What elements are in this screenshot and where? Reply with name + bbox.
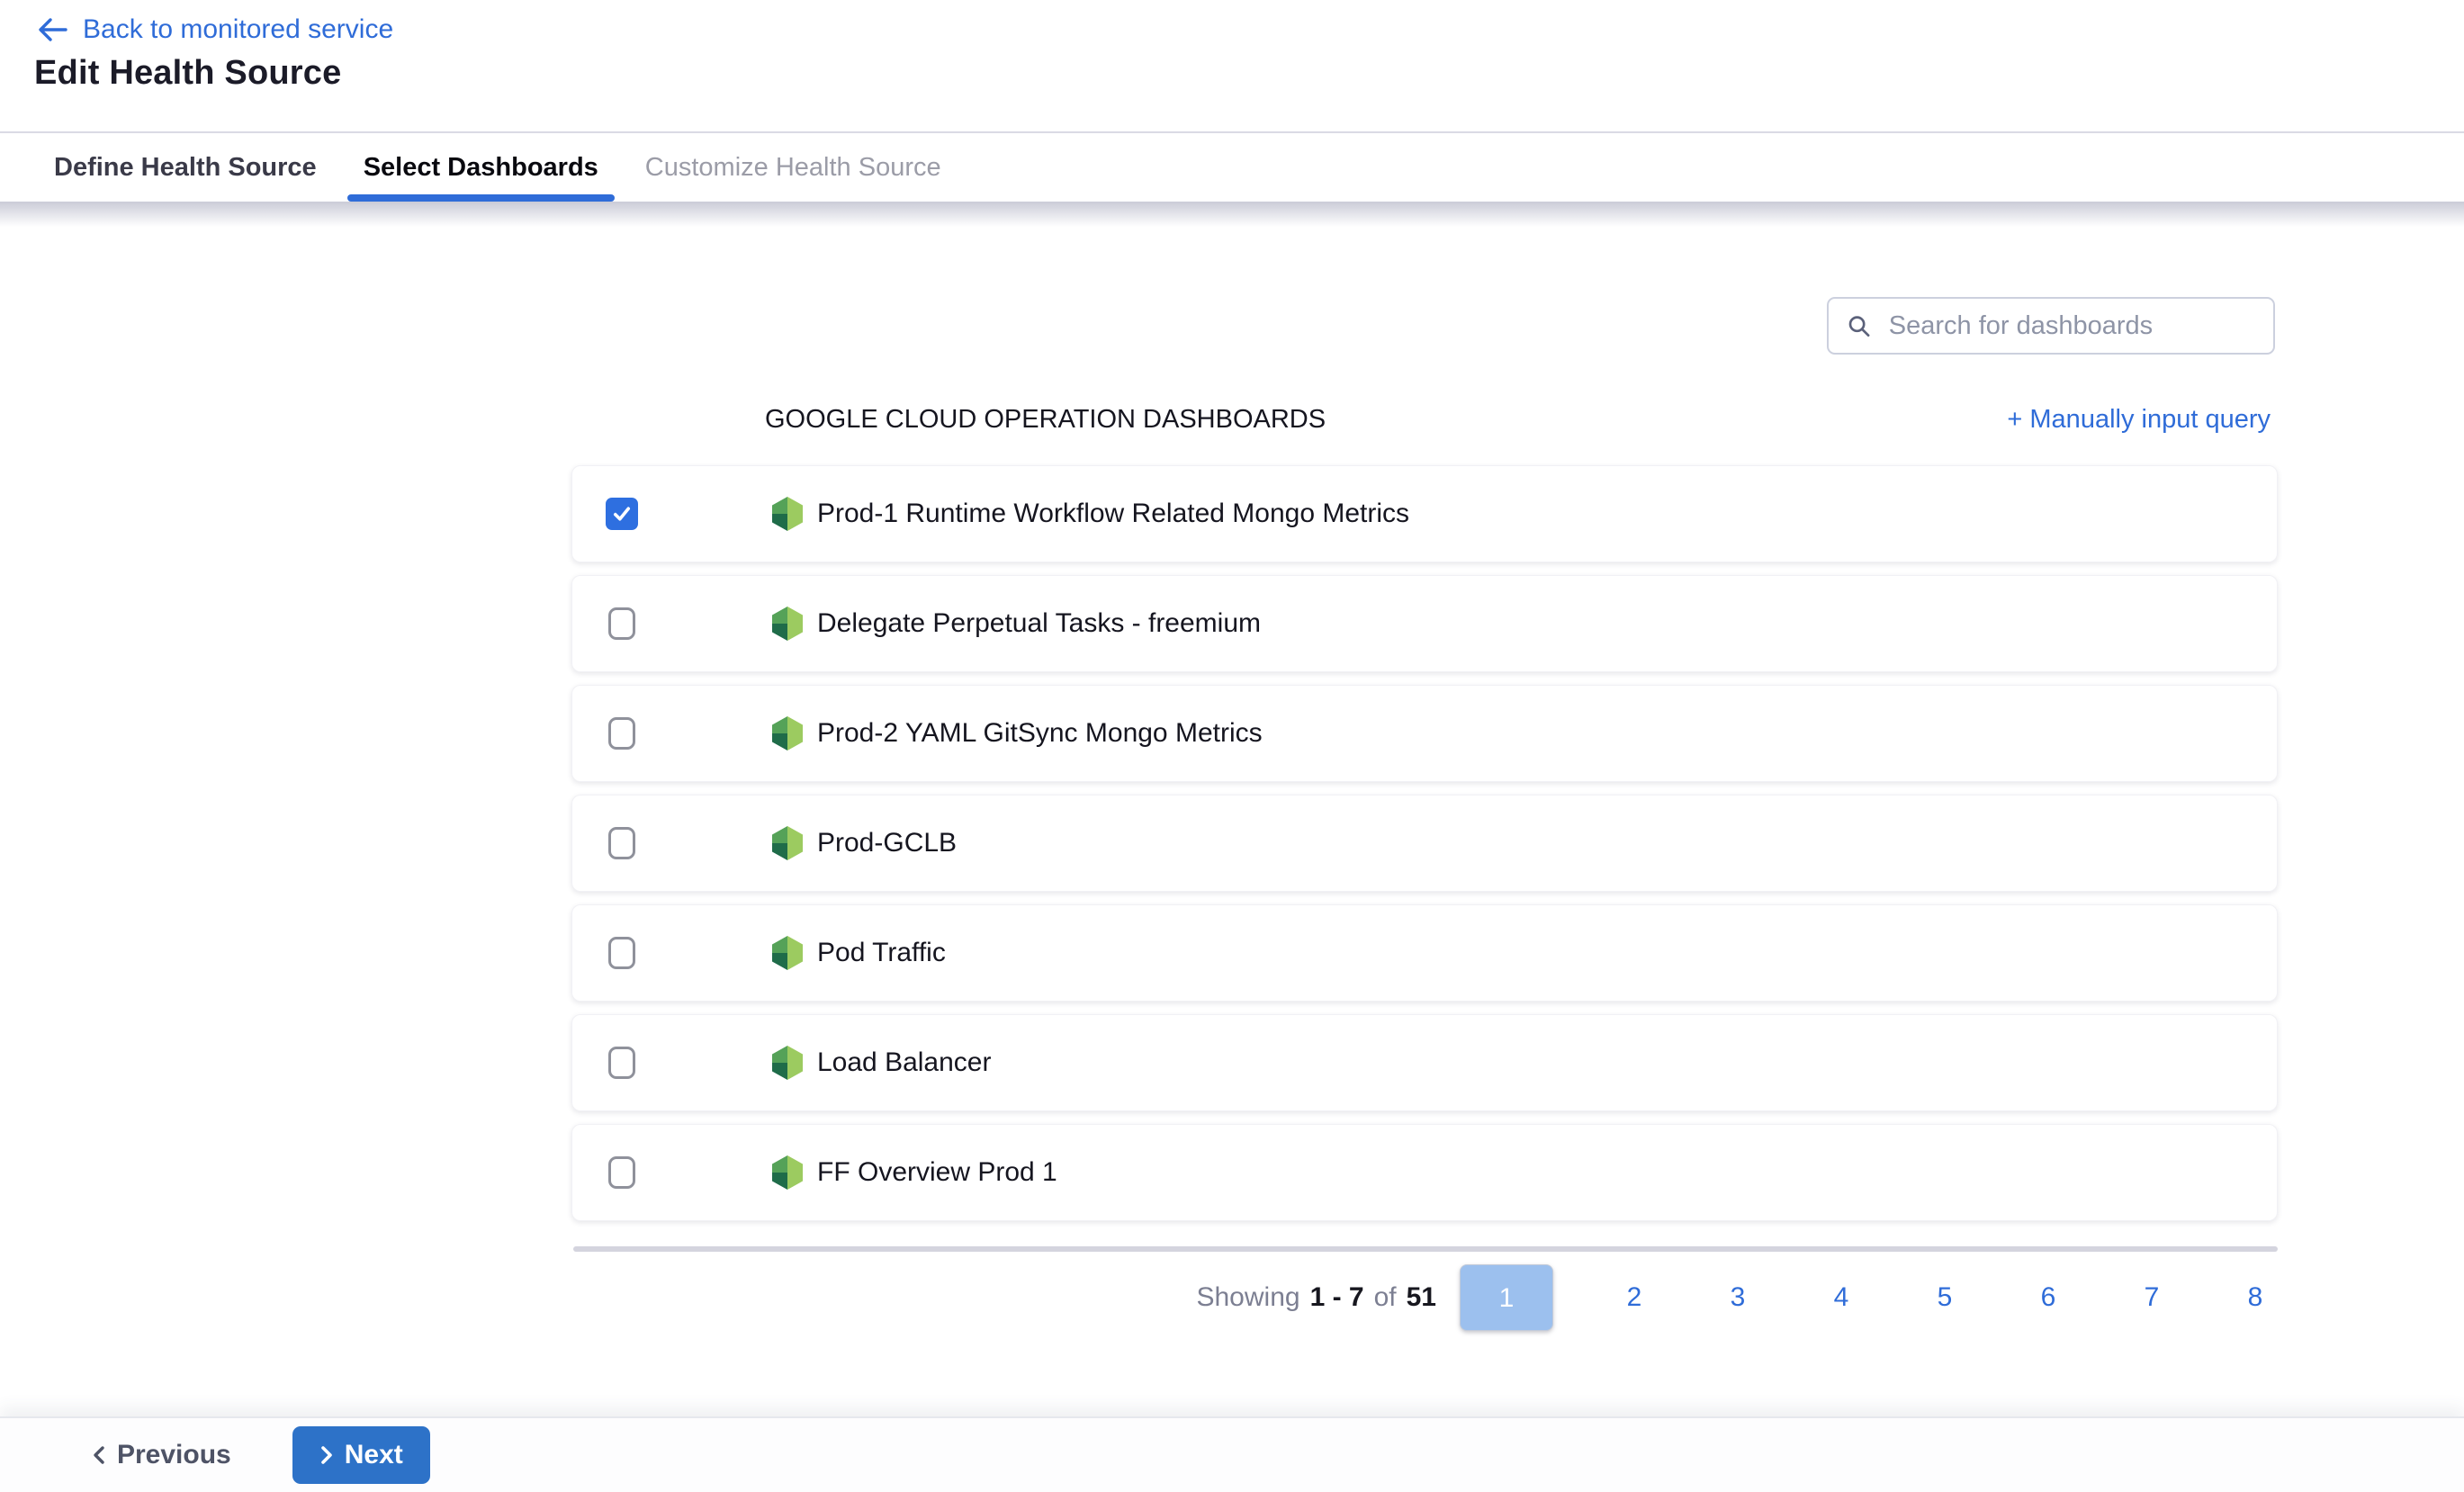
dashboard-label: Prod-GCLB [817,828,957,858]
list-item[interactable]: Pod Traffic [571,904,2278,1002]
dashboard-hexagon-icon [769,715,805,751]
pagination-summary: Showing 1 - 7 of 51 [1196,1282,1436,1313]
checkbox[interactable] [606,498,638,530]
of-label: of [1374,1282,1397,1313]
list-item[interactable]: FF Overview Prod 1 [571,1124,2278,1221]
page-button-1[interactable]: 1 [1460,1264,1553,1331]
pagination: Showing 1 - 7 of 51 1 2 3 4 5 6 7 8 [571,1262,2278,1334]
checkbox[interactable] [608,1156,635,1189]
manually-input-query-link[interactable]: + Manually input query [2007,405,2271,435]
checkbox[interactable] [608,607,635,640]
dashboard-label: Delegate Perpetual Tasks - freemium [817,608,1261,639]
checkbox[interactable] [608,937,635,969]
dashboard-label: Load Balancer [817,1047,991,1078]
tab-select-dashboards[interactable]: Select Dashboards [340,133,622,202]
page-button-3[interactable]: 3 [1715,1282,1760,1313]
footer-bar: Previous Next [0,1416,2464,1492]
dashboard-search-box[interactable] [1827,297,2275,355]
checkbox[interactable] [608,717,635,750]
page-title: Edit Health Source [34,54,341,93]
previous-button[interactable]: Previous [86,1439,237,1471]
list-item[interactable]: Prod-1 Runtime Workflow Related Mongo Me… [571,465,2278,562]
dashboard-hexagon-icon [769,825,805,861]
previous-button-label: Previous [117,1440,231,1470]
dashboard-label: Prod-2 YAML GitSync Mongo Metrics [817,718,1263,749]
next-button[interactable]: Next [292,1426,430,1484]
list-item[interactable]: Load Balancer [571,1014,2278,1111]
checkbox[interactable] [608,827,635,859]
edit-health-source-page: Back to monitored service Edit Health So… [0,0,2464,1492]
chevron-right-icon [319,1444,334,1466]
dashboard-hexagon-icon [769,1155,805,1191]
search-icon [1847,312,1871,339]
list-item[interactable]: Prod-GCLB [571,795,2278,892]
page-button-4[interactable]: 4 [1819,1282,1864,1313]
tab-define-health-source[interactable]: Define Health Source [31,133,340,202]
check-icon [610,502,634,526]
list-divider [573,1246,2278,1252]
page-button-5[interactable]: 5 [1922,1282,1967,1313]
dashboard-label: Prod-1 Runtime Workflow Related Mongo Me… [817,499,1409,529]
back-link[interactable]: Back to monitored service [36,14,393,45]
showing-label: Showing [1196,1282,1299,1313]
page-button-2[interactable]: 2 [1612,1282,1657,1313]
list-item[interactable]: Prod-2 YAML GitSync Mongo Metrics [571,685,2278,782]
list-header: GOOGLE CLOUD OPERATION DASHBOARDS + Manu… [571,401,2278,443]
tab-customize-health-source[interactable]: Customize Health Source [622,133,965,202]
dashboard-hexagon-icon [769,935,805,971]
page-buttons: 1 2 3 4 5 6 7 8 [1436,1264,2278,1331]
back-link-label: Back to monitored service [83,14,393,45]
tab-bar: Define Health Source Select Dashboards C… [0,131,2464,202]
search-input[interactable] [1887,310,2255,342]
dashboard-hexagon-icon [769,1045,805,1081]
dashboard-list: Prod-1 Runtime Workflow Related Mongo Me… [571,465,2278,1234]
tab-bar-shadow [0,202,2464,227]
list-item[interactable]: Delegate Perpetual Tasks - freemium [571,575,2278,672]
showing-total: 51 [1407,1282,1436,1313]
next-button-label: Next [345,1440,403,1470]
page-button-6[interactable]: 6 [2026,1282,2071,1313]
chevron-left-icon [92,1444,106,1466]
page-button-8[interactable]: 8 [2233,1282,2278,1313]
dashboard-label: Pod Traffic [817,938,946,968]
checkbox[interactable] [608,1047,635,1079]
dashboard-hexagon-icon [769,496,805,532]
dashboard-hexagon-icon [769,606,805,642]
page-button-7[interactable]: 7 [2129,1282,2174,1313]
group-title: GOOGLE CLOUD OPERATION DASHBOARDS [765,405,1326,435]
dashboard-label: FF Overview Prod 1 [817,1157,1057,1188]
back-arrow-icon [36,16,68,43]
showing-range: 1 - 7 [1310,1282,1364,1313]
